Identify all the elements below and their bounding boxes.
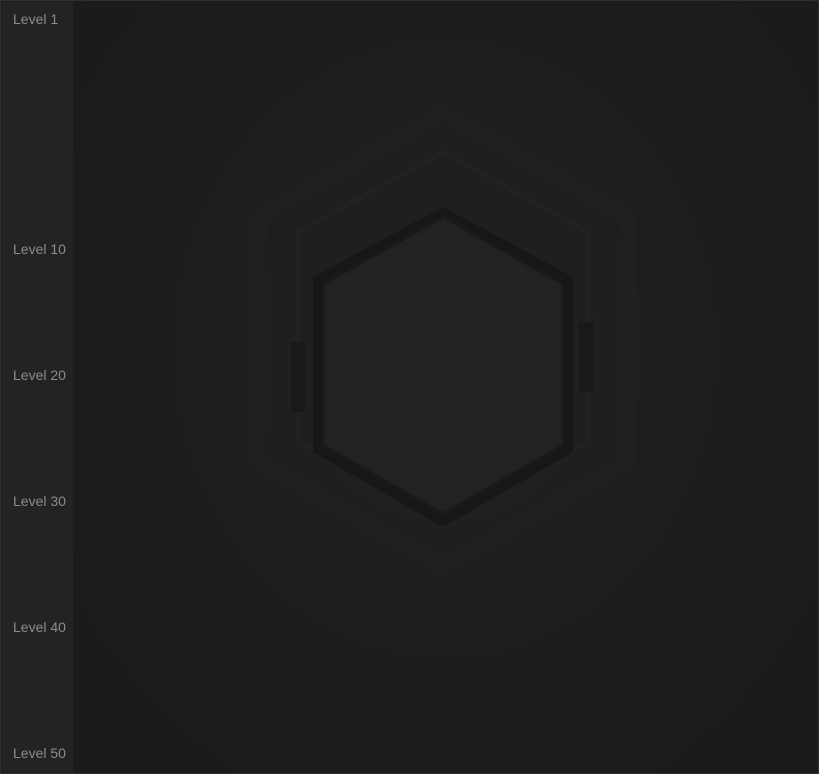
hexagon-emblem-icon [249, 101, 637, 578]
level-label-20: Level 20 [13, 367, 66, 383]
talent-board[interactable] [73, 2, 818, 773]
level-tree-window: Level 1 Level 10 Level 20 Level 30 Level… [0, 0, 819, 774]
level-label-30: Level 30 [13, 493, 66, 509]
right-tab [579, 322, 593, 392]
level-label-10: Level 10 [13, 241, 66, 257]
level-label-50: Level 50 [13, 745, 66, 761]
left-tab [291, 342, 305, 412]
level-label-40: Level 40 [13, 619, 66, 635]
level-rail: Level 1 Level 10 Level 20 Level 30 Level… [2, 2, 74, 773]
level-label-1: Level 1 [13, 11, 59, 27]
